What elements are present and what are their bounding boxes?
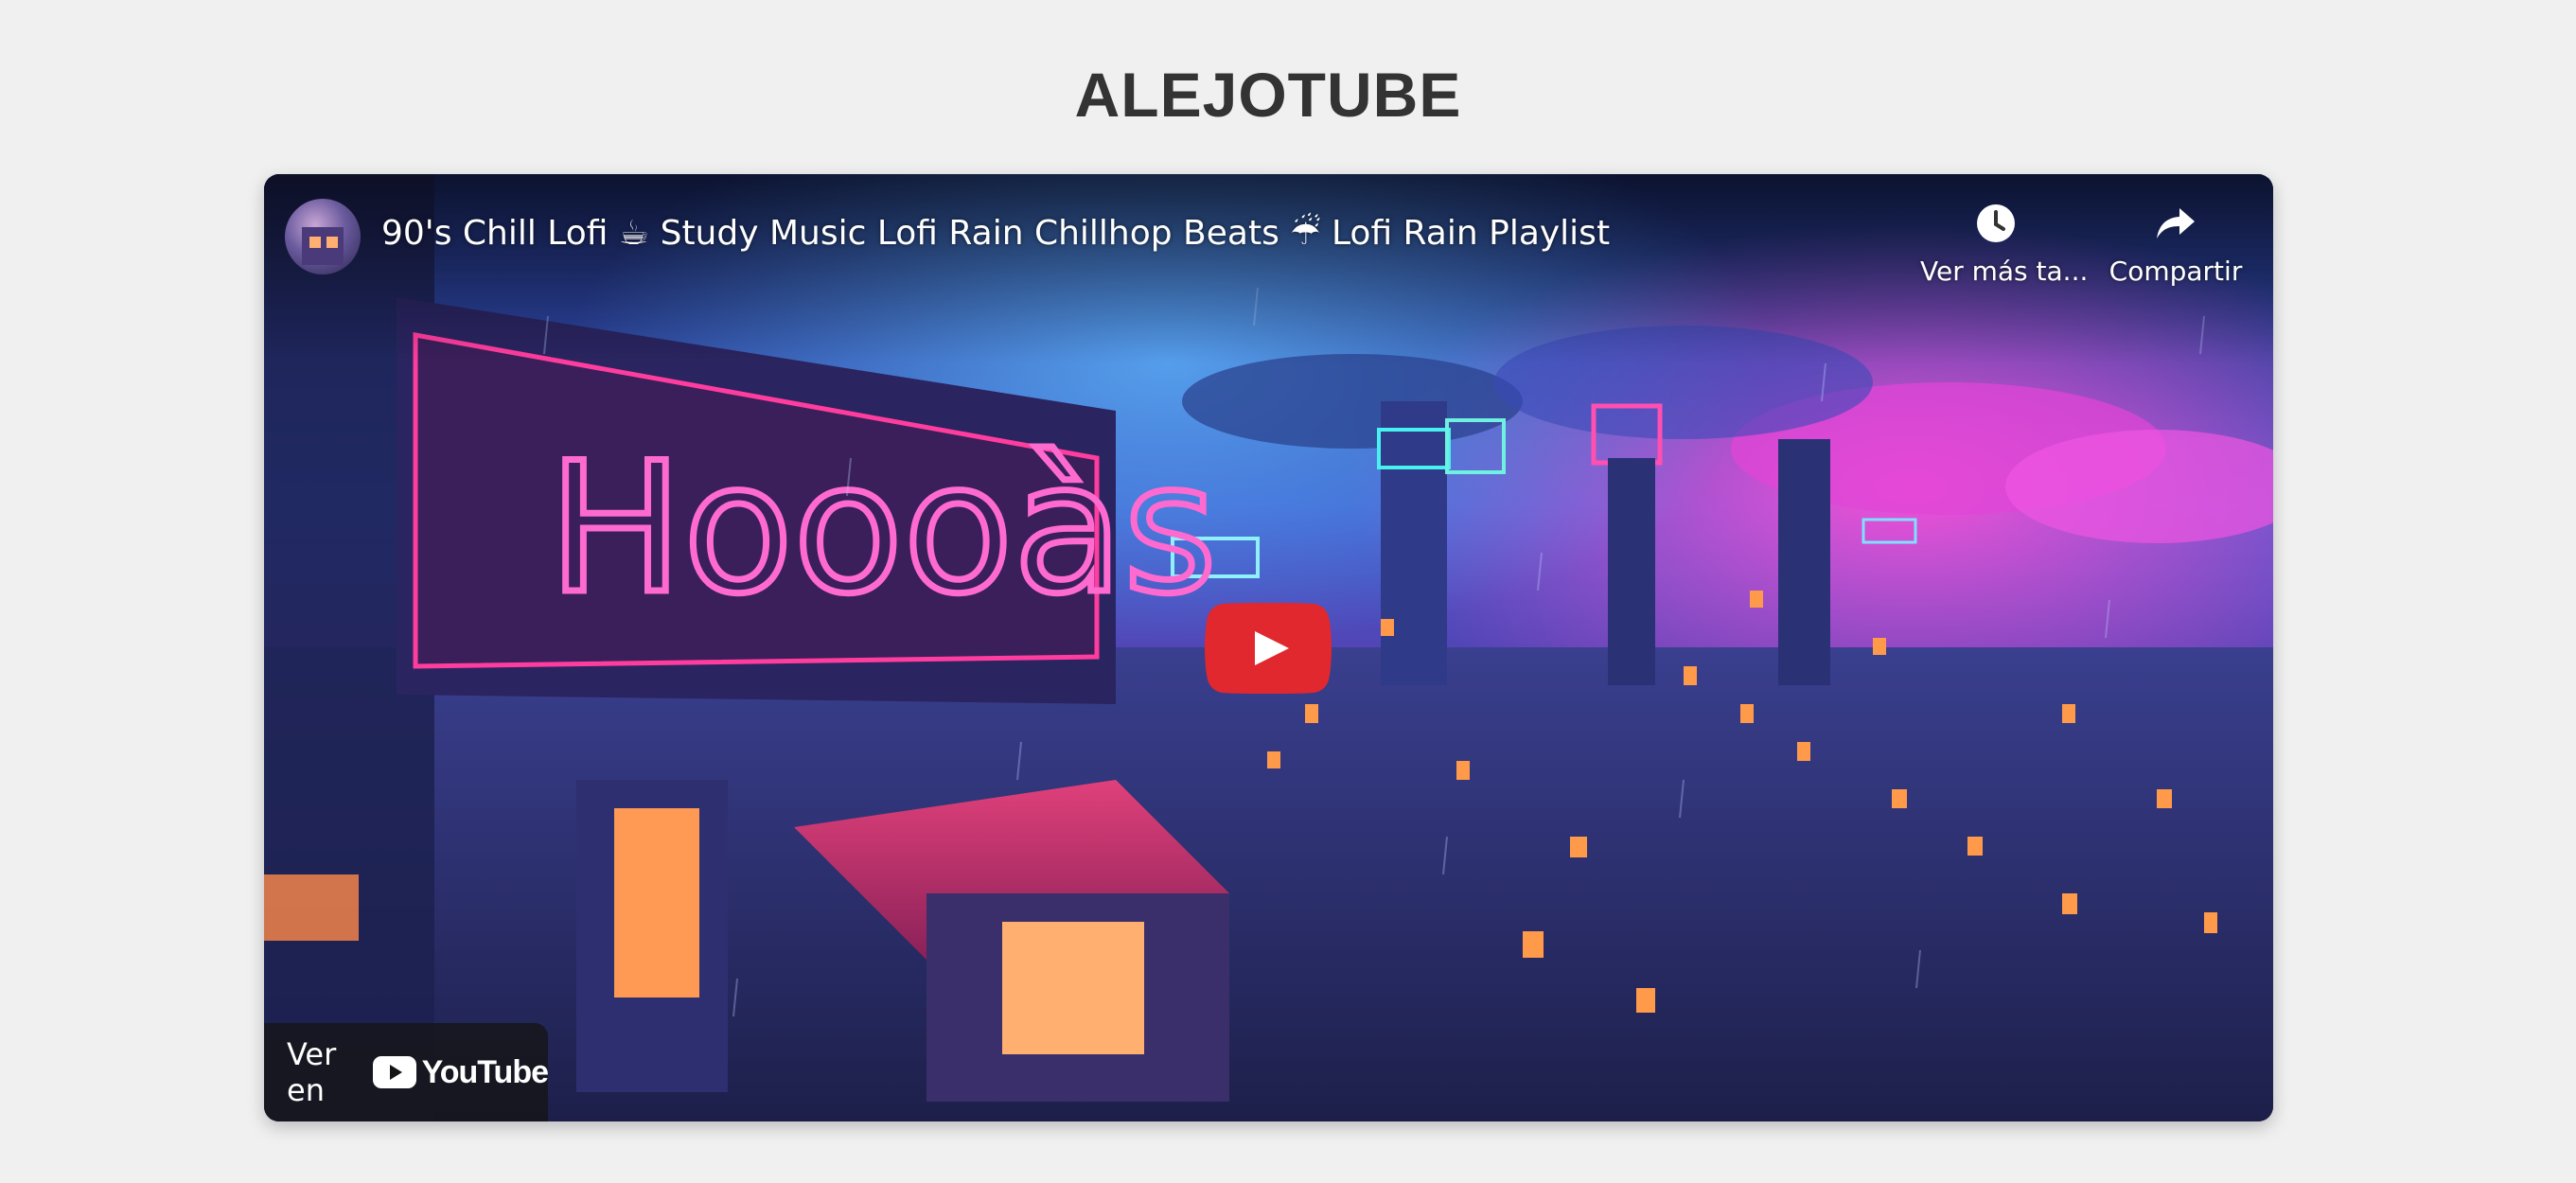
neon-sign-text: Hoooàs <box>548 424 1217 633</box>
play-icon <box>1205 603 1332 694</box>
play-button[interactable] <box>1204 603 1332 694</box>
share-label: Compartir <box>2108 256 2243 287</box>
youtube-brand-text: YouTube <box>421 1053 549 1090</box>
watch-later-button[interactable]: Ver más ta... <box>1920 201 2089 287</box>
share-arrow-icon <box>2153 201 2198 246</box>
watch-on-youtube-button[interactable]: Ver en YouTube <box>264 1023 549 1121</box>
watch-on-label: Ver en <box>287 1036 337 1108</box>
video-title[interactable]: 90's Chill Lofi ☕ Study Music Lofi Rain … <box>381 214 1610 253</box>
youtube-logo-icon: YouTube <box>372 1053 549 1091</box>
watch-later-label: Ver más ta... <box>1920 256 2089 287</box>
clock-icon <box>1973 201 2019 246</box>
channel-avatar[interactable] <box>285 199 361 274</box>
site-title: ALEJOTUBE <box>1074 60 1462 130</box>
youtube-embed-player[interactable]: Hoooàs 90's Chill Lofi ☕ Study Music Lof… <box>264 174 2273 1121</box>
share-button[interactable]: Compartir <box>2105 201 2247 287</box>
page: ALEJOTUBE Hoooàs 90's Chill Lofi ☕ Study… <box>0 0 2576 1183</box>
